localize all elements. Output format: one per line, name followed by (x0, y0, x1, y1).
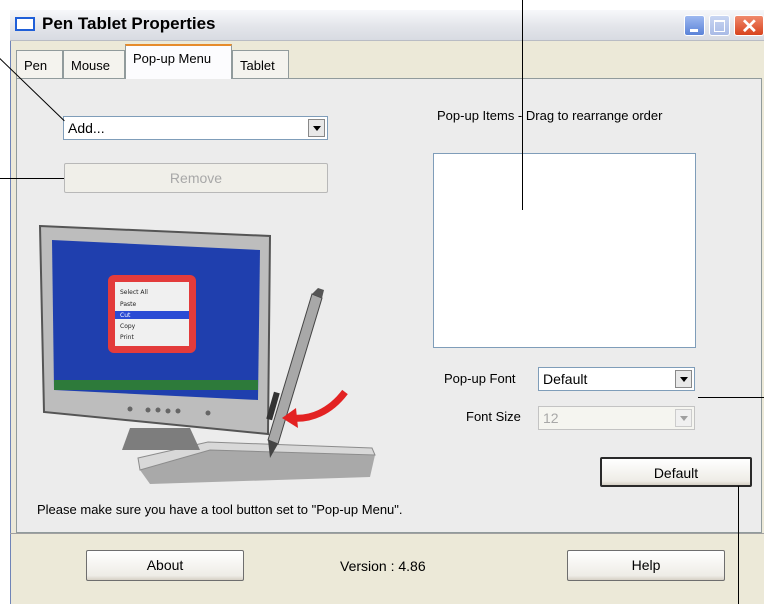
font-size-dropdown[interactable]: 12 (538, 406, 695, 430)
screen-menu-item: Select All (120, 289, 148, 296)
font-size-value: 12 (543, 410, 559, 426)
popup-font-label: Pop-up Font (444, 371, 516, 386)
screen-menu-item: Print (120, 334, 134, 341)
add-item-dropdown-value: Add... (68, 120, 105, 136)
popup-font-value: Default (543, 371, 588, 387)
tab-mouse[interactable]: Mouse (63, 50, 125, 78)
callout-line-remove (0, 178, 64, 179)
close-button[interactable]: ✕ (734, 15, 764, 38)
monitor-button (165, 408, 171, 414)
tab-pen[interactable]: Pen (16, 50, 63, 78)
monitor-button (127, 406, 133, 412)
version-text: Version : 4.86 (340, 558, 426, 574)
monitor-tablet-illustration: Select All Paste Cut Copy Print (38, 224, 376, 484)
tab-tablet[interactable]: Tablet (232, 50, 289, 78)
screen-taskbar (54, 380, 258, 390)
help-button[interactable]: Help (567, 550, 725, 581)
chevron-down-icon[interactable] (675, 370, 692, 388)
maximize-button[interactable] (709, 15, 730, 36)
screen-menu-item: Cut (120, 312, 131, 319)
popup-font-dropdown[interactable]: Default (538, 367, 695, 391)
close-icon: ✕ (741, 16, 758, 38)
remove-button[interactable]: Remove (64, 163, 328, 193)
callout-line-font (698, 397, 764, 398)
tool-button-note: Please make sure you have a tool button … (37, 502, 403, 517)
about-button[interactable]: About (86, 550, 244, 581)
chevron-down-icon[interactable] (308, 119, 325, 137)
callout-line-items (522, 0, 523, 210)
monitor-button (175, 408, 181, 414)
minimize-button[interactable] (684, 15, 705, 36)
font-size-label: Font Size (466, 409, 521, 424)
chevron-down-icon[interactable] (675, 409, 692, 427)
monitor-button (155, 407, 161, 413)
screen-menu-item: Copy (120, 323, 136, 330)
footer-separator (10, 533, 764, 534)
default-button[interactable]: Default (600, 457, 752, 487)
tab-popup-menu[interactable]: Pop-up Menu (125, 44, 232, 79)
monitor-button (145, 407, 151, 413)
popup-items-heading: Pop-up Items - Drag to rearrange order (437, 108, 663, 123)
window-title: Pen Tablet Properties (42, 14, 216, 33)
red-arrow (291, 389, 348, 422)
monitor-stand (122, 428, 200, 450)
app-window-icon (15, 17, 35, 31)
add-item-dropdown[interactable]: Add... (63, 116, 328, 140)
monitor-button (205, 410, 211, 416)
callout-line-default (738, 486, 739, 604)
popup-items-list[interactable] (433, 153, 696, 348)
screen-menu-item: Paste (120, 301, 137, 308)
